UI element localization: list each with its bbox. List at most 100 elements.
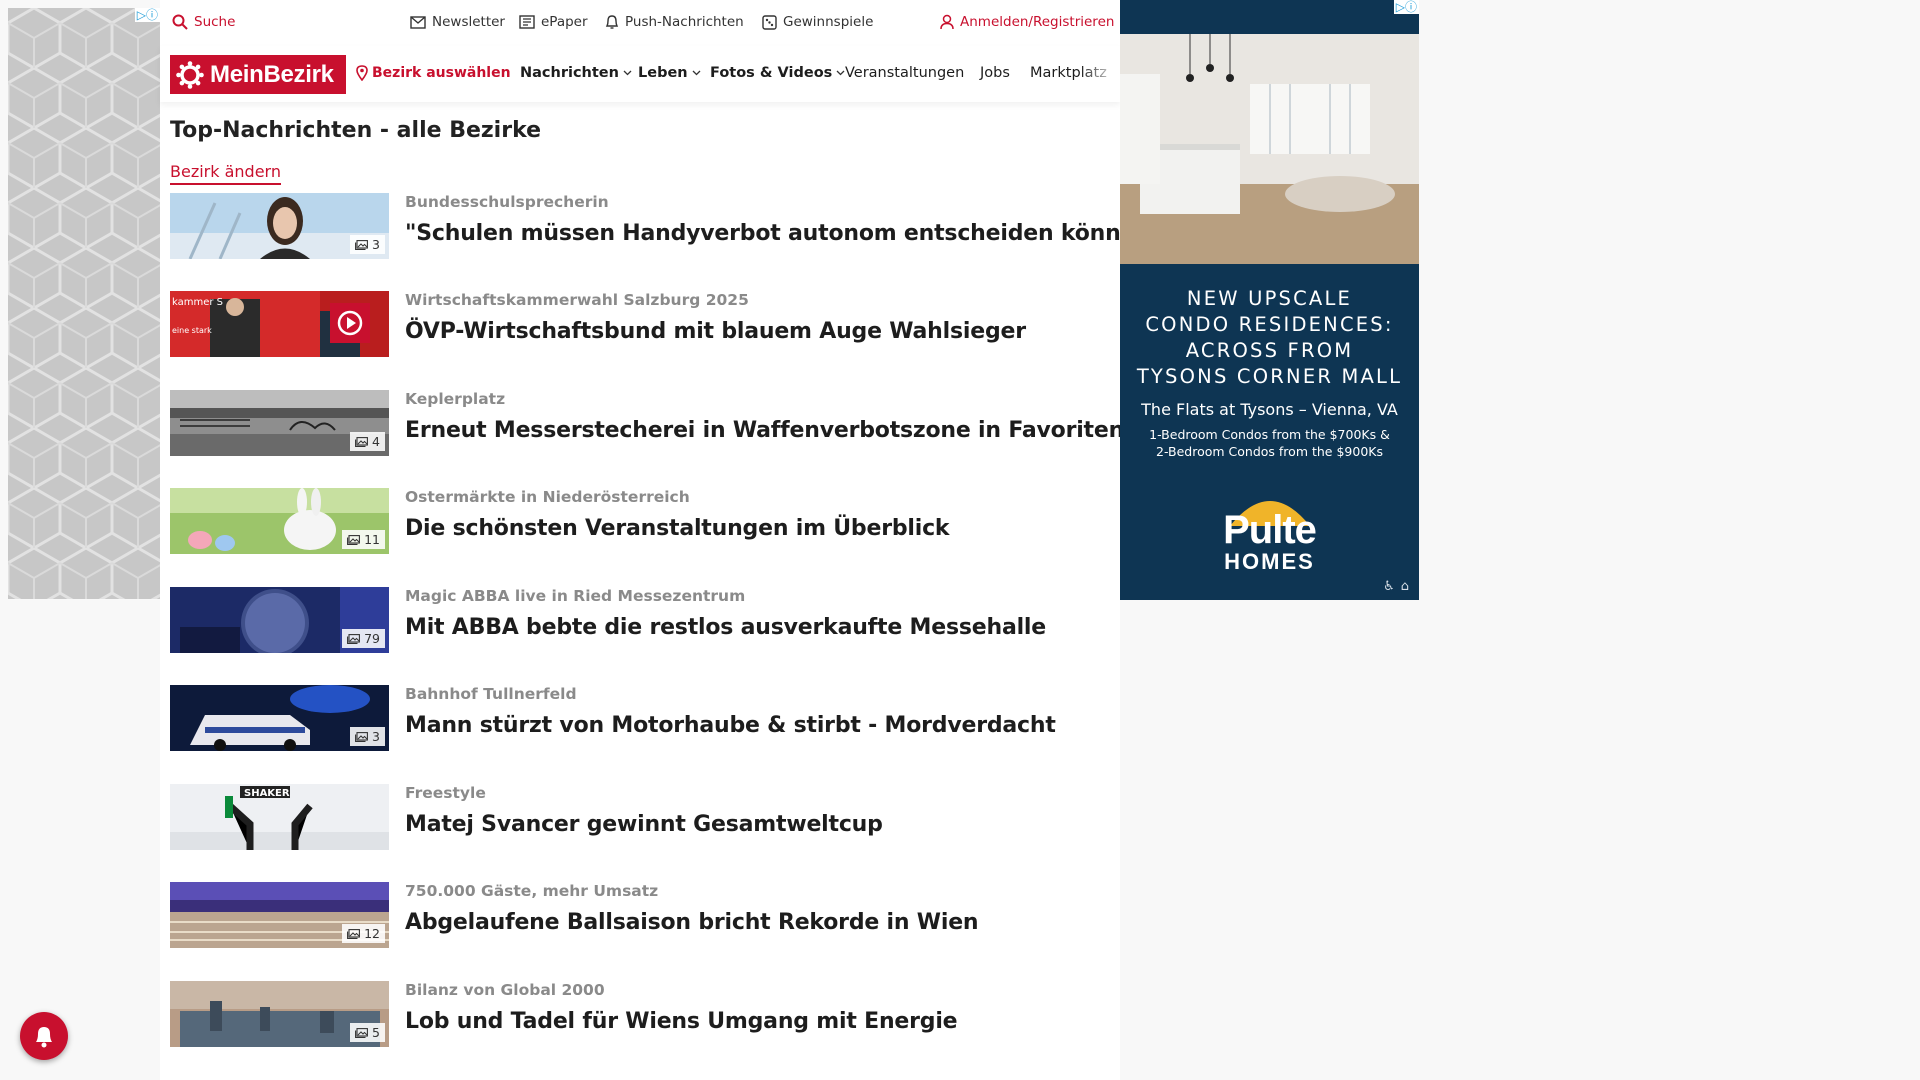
article-kicker: Bahnhof Tullnerfeld [405,685,577,703]
nav-item-fotos-videos[interactable]: Fotos & Videos [710,65,845,81]
epaper-link[interactable]: ePaper [519,14,588,30]
article-thumbnail[interactable]: 79 [170,587,389,653]
article-thumbnail[interactable]: 3 [170,193,389,259]
article-headline[interactable]: "Schulen müssen Handyverbot autonom ents… [405,221,1162,246]
nav-item-nachrichten[interactable]: Nachrichten [520,65,632,81]
article-item[interactable]: 12 750.000 Gäste, mehr Umsatz Abgelaufen… [170,882,1115,948]
push-label: Push-Nachrichten [625,14,744,30]
nav-label: Veranstaltungen [845,65,965,81]
photo-count: 3 [372,729,380,744]
nav-label: Jobs [980,65,1010,81]
article-headline[interactable]: Mit ABBA bebte die restlos ausverkaufte … [405,615,1046,640]
article-headline[interactable]: Die schönsten Veranstaltungen im Überbli… [405,516,950,541]
login-link[interactable]: Anmelden/Registrieren [940,14,1114,30]
nav-item-leben[interactable]: Leben [638,65,701,81]
photo-count-badge: 3 [350,235,385,254]
user-icon [940,14,954,30]
gallery-icon [355,239,368,250]
ad-brand-sub: HOMES [1224,549,1315,574]
article-kicker: Bundesschulsprecherin [405,193,609,211]
article-item[interactable]: kammer S eine stark Wirtschaftskammerwah… [170,291,1115,357]
photo-count-badge: 3 [350,727,385,746]
article-item[interactable]: SHAKER Freestyle Matej Svancer gewinnt G… [170,784,1115,850]
article-headline[interactable]: ÖVP-Wirtschaftsbund mit blauem Auge Wahl… [405,319,1026,344]
article-item[interactable]: 3 Bahnhof Tullnerfeld Mann stürzt von Mo… [170,685,1115,751]
gallery-icon [355,436,368,447]
article-headline[interactable]: Matej Svancer gewinnt Gesamtweltcup [405,812,883,837]
chevron-down-icon [836,70,845,76]
article-kicker: Keplerplatz [405,390,506,408]
select-district-label: Bezirk auswählen [372,65,511,81]
ad-choices-icon[interactable]: ▷ⓘ [134,8,160,22]
article-headline[interactable]: Lob und Tadel für Wiens Umgang mit Energ… [405,1009,958,1034]
gewinnspiele-link[interactable]: Gewinnspiele [762,14,873,30]
nav-item-jobs[interactable]: Jobs [980,65,1010,81]
photo-count-badge: 79 [342,629,385,648]
equal-housing-icon: ⌂ [1400,579,1409,594]
article-kicker: Ostermärkte in Niederösterreich [405,488,690,506]
article-thumbnail[interactable]: 4 [170,390,389,456]
ad-subheadline: The Flats at Tysons – Vienna, VA [1141,400,1398,419]
article-item[interactable]: 11 Ostermärkte in Niederösterreich Die s… [170,488,1115,554]
select-district-button[interactable]: Bezirk auswählen [356,65,511,81]
equal-housing-icons: ♿ ⌂ [1383,579,1409,594]
article-thumbnail[interactable]: 3 [170,685,389,751]
photo-count-badge: 5 [350,1023,385,1042]
ad-headline-line: CONDO RESIDENCES: [1145,313,1394,336]
article-kicker: Freestyle [405,784,486,802]
search-label: Suche [194,14,236,30]
photo-count: 79 [364,631,380,646]
svg-text:eine stark: eine stark [172,326,212,335]
ad-details: 1-Bedroom Condos from the $700Ks & 2-Bed… [1120,426,1419,460]
newsletter-link[interactable]: Newsletter [410,14,505,30]
chevron-down-icon [692,70,701,76]
change-district-link[interactable]: Bezirk ändern [170,162,281,185]
left-skyscraper-ad[interactable]: ▷ⓘ [8,8,160,599]
article-headline[interactable]: Abgelaufene Ballsaison bricht Rekorde in… [405,910,979,935]
article-thumbnail[interactable]: kammer S eine stark [170,291,389,357]
article-item[interactable]: 4 Keplerplatz Erneut Messerstecherei in … [170,390,1124,456]
ad-headline-line: TYSONS CORNER MALL [1136,365,1403,388]
article-item[interactable]: 79 Magic ABBA live in Ried Messezentrum … [170,587,1115,653]
accessibility-icon: ♿ [1383,579,1395,594]
article-headline[interactable]: Mann stürzt von Motorhaube & stirbt - Mo… [405,713,1056,738]
photo-count-badge: 4 [350,432,385,451]
ad-headline-line: ACROSS FROM [1185,339,1354,362]
top-utility-bar: Suche Newsletter ePaper Push-Nachrichten… [160,0,1120,46]
login-label: Anmelden/Registrieren [960,14,1115,30]
logo-text: MeinBezirk [210,60,334,88]
article-kicker: Wirtschaftskammerwahl Salzburg 2025 [405,291,749,309]
epaper-label: ePaper [541,14,588,30]
newsletter-label: Newsletter [432,14,505,30]
map-pin-icon [356,65,368,81]
photo-count: 4 [372,434,380,449]
ad-brand-name: Pulte [1223,508,1317,552]
article-thumbnail[interactable]: SHAKER [170,784,389,850]
photo-count: 5 [372,1025,380,1040]
article-thumbnail[interactable]: 5 [170,981,389,1047]
right-display-ad[interactable]: NEW UPSCALE CONDO RESIDENCES: ACROSS FRO… [1120,0,1419,600]
article-thumbnail[interactable]: 11 [170,488,389,554]
gallery-icon [347,534,361,545]
push-notifications-link[interactable]: Push-Nachrichten [605,14,744,30]
article-headline[interactable]: Erneut Messerstecherei in Waffenverbotsz… [405,418,1124,443]
article-thumbnail[interactable]: 12 [170,882,389,948]
nav-item-veranstaltungen[interactable]: Veranstaltungen [845,65,964,81]
sun-logo-icon [176,60,204,89]
notification-bell-button[interactable] [20,1012,68,1060]
photo-count-badge: 12 [342,924,385,943]
video-play-icon[interactable] [330,303,370,343]
mail-icon [410,15,426,29]
main-column: Suche Newsletter ePaper Push-Nachrichten… [160,0,1162,1080]
article-item[interactable]: 5 Bilanz von Global 2000 Lob und Tadel f… [170,981,1115,1047]
hexagon-pattern [8,8,160,599]
article-kicker: Bilanz von Global 2000 [405,981,605,999]
article-item[interactable]: 3 Bundesschulsprecherin "Schulen müssen … [170,193,1162,259]
photo-count: 12 [364,926,380,941]
gewinnspiele-label: Gewinnspiele [783,14,874,30]
ad-headline-line: NEW UPSCALE [1186,287,1353,310]
meinbezirk-logo[interactable]: MeinBezirk [170,55,346,94]
svg-text:SHAKER: SHAKER [244,788,290,799]
ad-choices-icon[interactable]: ▷ⓘ [1393,0,1419,14]
search-link[interactable]: Suche [172,14,235,30]
